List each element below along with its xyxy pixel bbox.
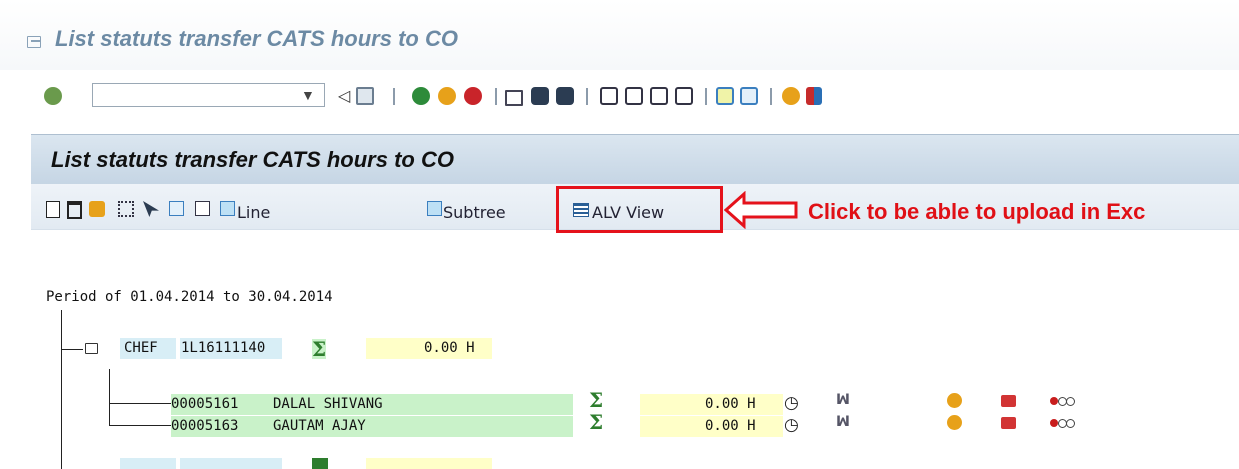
command-field[interactable] bbox=[92, 83, 325, 107]
new-icon[interactable] bbox=[46, 201, 60, 218]
exit-icon[interactable] bbox=[438, 87, 456, 105]
panel-title: List statuts transfer CATS hours to CO bbox=[51, 147, 454, 172]
toolbar-separator bbox=[495, 88, 497, 105]
employee-number: 00005163 bbox=[171, 418, 239, 434]
subtree-icon[interactable] bbox=[427, 201, 442, 216]
toolbar-separator bbox=[393, 88, 395, 105]
hours-cell bbox=[366, 458, 492, 469]
first-page-icon[interactable] bbox=[600, 87, 618, 105]
tree-line bbox=[61, 310, 62, 469]
sum-icon[interactable] bbox=[312, 458, 328, 469]
hierarchy-icon[interactable] bbox=[118, 201, 134, 217]
clock-icon[interactable]: ◷ bbox=[784, 393, 799, 413]
command-field-dropdown-icon[interactable]: ▼ bbox=[301, 87, 315, 103]
sum-icon[interactable]: Σ bbox=[312, 339, 327, 359]
menu-icon[interactable] bbox=[27, 36, 41, 48]
shortcut-icon[interactable] bbox=[740, 87, 758, 105]
status-green-off-icon bbox=[1066, 397, 1075, 406]
table-row[interactable] bbox=[180, 458, 282, 469]
root-id: 1L16111140 bbox=[181, 340, 266, 356]
clock-icon[interactable]: ◷ bbox=[784, 415, 799, 435]
toolbar-separator bbox=[705, 88, 707, 105]
hours-value: 0.00 H bbox=[705, 396, 756, 412]
last-page-icon[interactable] bbox=[675, 87, 693, 105]
help-icon[interactable] bbox=[782, 87, 800, 105]
transfer-icon[interactable] bbox=[1001, 395, 1016, 407]
line-icon[interactable] bbox=[220, 201, 235, 216]
prev-page-icon[interactable] bbox=[625, 87, 643, 105]
print-icon[interactable] bbox=[505, 90, 523, 106]
document-flow-icon[interactable]: ꟽ bbox=[836, 414, 850, 430]
sum-icon[interactable]: Σ bbox=[589, 390, 603, 410]
subtree-button[interactable]: Subtree bbox=[443, 203, 506, 222]
highlight-box bbox=[556, 186, 723, 233]
employee-name: DALAL SHIVANG bbox=[273, 396, 383, 412]
new-session-icon[interactable] bbox=[716, 87, 734, 105]
employee-number: 00005161 bbox=[171, 396, 239, 412]
sum-icon[interactable]: Σ bbox=[589, 412, 603, 432]
tree-line bbox=[61, 349, 83, 350]
find-icon[interactable] bbox=[531, 87, 549, 105]
folder-icon[interactable] bbox=[85, 343, 98, 354]
root-total: 0.00 H bbox=[424, 340, 475, 356]
status-red-icon bbox=[1050, 419, 1058, 427]
save-icon[interactable] bbox=[356, 87, 374, 105]
back-icon[interactable]: ◁ bbox=[338, 86, 350, 106]
table-row[interactable] bbox=[120, 458, 176, 469]
customize-layout-icon[interactable] bbox=[806, 87, 822, 105]
toolbar-separator bbox=[586, 88, 588, 105]
back-green-icon[interactable] bbox=[412, 87, 430, 105]
tree-line bbox=[109, 403, 173, 404]
hours-value: 0.00 H bbox=[705, 418, 756, 434]
help-icon[interactable] bbox=[947, 415, 962, 430]
status-green-off-icon bbox=[1066, 419, 1075, 428]
toolbar-separator bbox=[770, 88, 772, 105]
window-title: List statuts transfer CATS hours to CO bbox=[55, 26, 458, 51]
document-flow-icon[interactable]: ꟽ bbox=[836, 392, 850, 408]
line-button[interactable]: Line bbox=[237, 203, 270, 222]
root-role: CHEF bbox=[124, 340, 158, 356]
cancel-icon[interactable] bbox=[464, 87, 482, 105]
expand-icon[interactable] bbox=[169, 201, 184, 216]
delete-icon[interactable] bbox=[67, 201, 82, 219]
period-text: Period of 01.04.2014 to 30.04.2014 bbox=[46, 289, 333, 305]
tree-line bbox=[109, 369, 110, 426]
tree-line bbox=[109, 425, 173, 426]
find-next-icon[interactable] bbox=[556, 87, 574, 105]
employee-name: GAUTAM AJAY bbox=[273, 418, 366, 434]
next-page-icon[interactable] bbox=[650, 87, 668, 105]
status-red-icon bbox=[1050, 397, 1058, 405]
enter-icon[interactable] bbox=[44, 87, 62, 105]
transfer-icon[interactable] bbox=[1001, 417, 1016, 429]
execute-icon[interactable] bbox=[89, 201, 105, 217]
help-icon[interactable] bbox=[947, 393, 962, 408]
callout-text: Click to be able to upload in Exc bbox=[808, 199, 1146, 224]
arrow-annotation bbox=[724, 191, 798, 229]
collapse-icon[interactable] bbox=[195, 201, 210, 216]
